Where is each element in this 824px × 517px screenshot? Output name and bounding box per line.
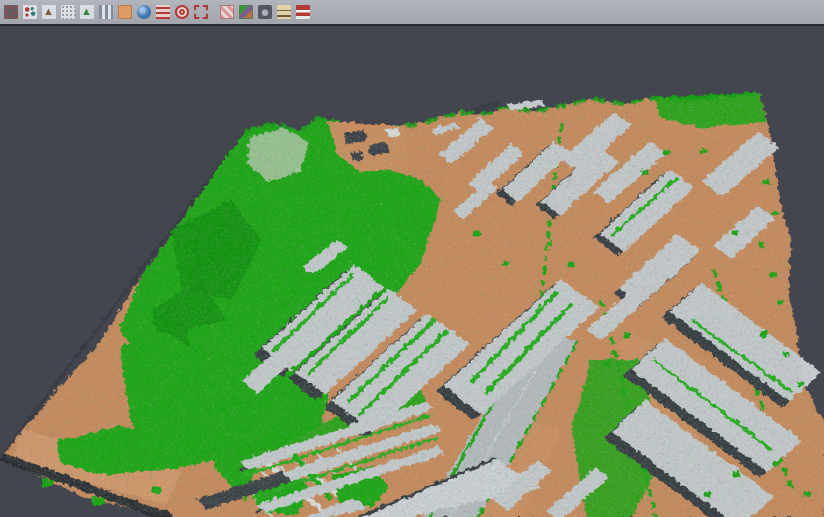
measurement-notes-icon[interactable] [275, 3, 292, 21]
vegetation-glyph: ▲ [80, 5, 94, 19]
classification-colors-icon[interactable] [237, 3, 254, 21]
globe-glyph [137, 5, 151, 19]
toolbar: ▲ ▲ [0, 0, 824, 26]
point-cloud-glyph [4, 5, 18, 19]
flag-icon[interactable] [294, 3, 311, 21]
registration-points-icon[interactable] [21, 3, 38, 21]
camera-icon[interactable] [256, 3, 273, 21]
texture-glyph [220, 5, 234, 19]
globe-icon[interactable] [135, 3, 152, 21]
flag-glyph [296, 5, 310, 19]
crop-glyph [194, 5, 208, 19]
orthophoto-icon[interactable] [116, 3, 133, 21]
point-cloud-icon[interactable] [2, 3, 19, 21]
sparse-glyph [61, 5, 75, 19]
toolbar-separator [210, 3, 217, 21]
registration-glyph [23, 5, 37, 19]
target-glyph [175, 5, 189, 19]
sparse-points-icon[interactable] [59, 3, 76, 21]
classification-glyph [239, 5, 253, 19]
camera-glyph [258, 5, 272, 19]
red-lines-glyph [156, 5, 170, 19]
target-circle-icon[interactable] [173, 3, 190, 21]
profile-section-icon[interactable] [97, 3, 114, 21]
terrain-glyph: ▲ [42, 5, 56, 19]
3d-viewport[interactable] [0, 28, 824, 517]
profile-glyph [99, 5, 113, 19]
texture-image-icon[interactable] [218, 3, 235, 21]
crop-selection-icon[interactable] [192, 3, 209, 21]
application-window: ▲ ▲ [0, 0, 824, 517]
orthophoto-glyph [118, 5, 132, 19]
red-lines-icon[interactable] [154, 3, 171, 21]
notes-glyph [277, 5, 291, 19]
vegetation-icon[interactable]: ▲ [78, 3, 95, 21]
point-cloud-render [0, 28, 824, 517]
terrain-icon[interactable]: ▲ [40, 3, 57, 21]
